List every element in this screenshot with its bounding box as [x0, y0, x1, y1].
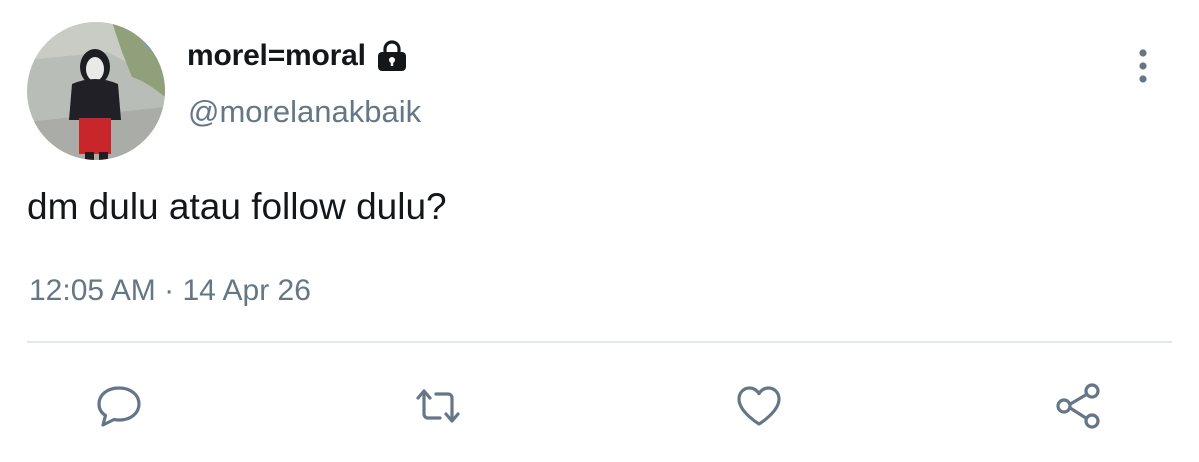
tweet-timestamp[interactable]: 12:05 AM · 14 Apr 26 [29, 274, 311, 308]
tweet-card: morel=moral @morelanakbaik dm dulu atau … [0, 0, 1199, 462]
tweet-text: dm dulu atau follow dulu? [27, 186, 447, 227]
speech-bubble-icon [97, 386, 141, 427]
avatar[interactable] [27, 22, 165, 160]
display-name-row[interactable]: morel=moral [187, 36, 410, 76]
vertical-dots-icon[interactable] [1128, 46, 1158, 88]
share-icon [1056, 383, 1100, 429]
tweet-time: 12:05 AM [29, 274, 156, 307]
lock-icon [374, 38, 410, 74]
timestamp-separator: · [164, 274, 175, 307]
heart-icon [737, 386, 781, 426]
retweet-icon [416, 389, 460, 423]
like-button[interactable] [729, 376, 789, 436]
divider [27, 341, 1172, 343]
display-name[interactable]: morel=moral [187, 39, 366, 73]
reply-button[interactable] [89, 376, 149, 436]
user-handle[interactable]: @morelanakbaik [188, 94, 421, 130]
retweet-button[interactable] [408, 376, 468, 436]
share-button[interactable] [1049, 376, 1109, 436]
avatar-image [27, 22, 165, 160]
tweet-date: 14 Apr 26 [182, 274, 311, 307]
